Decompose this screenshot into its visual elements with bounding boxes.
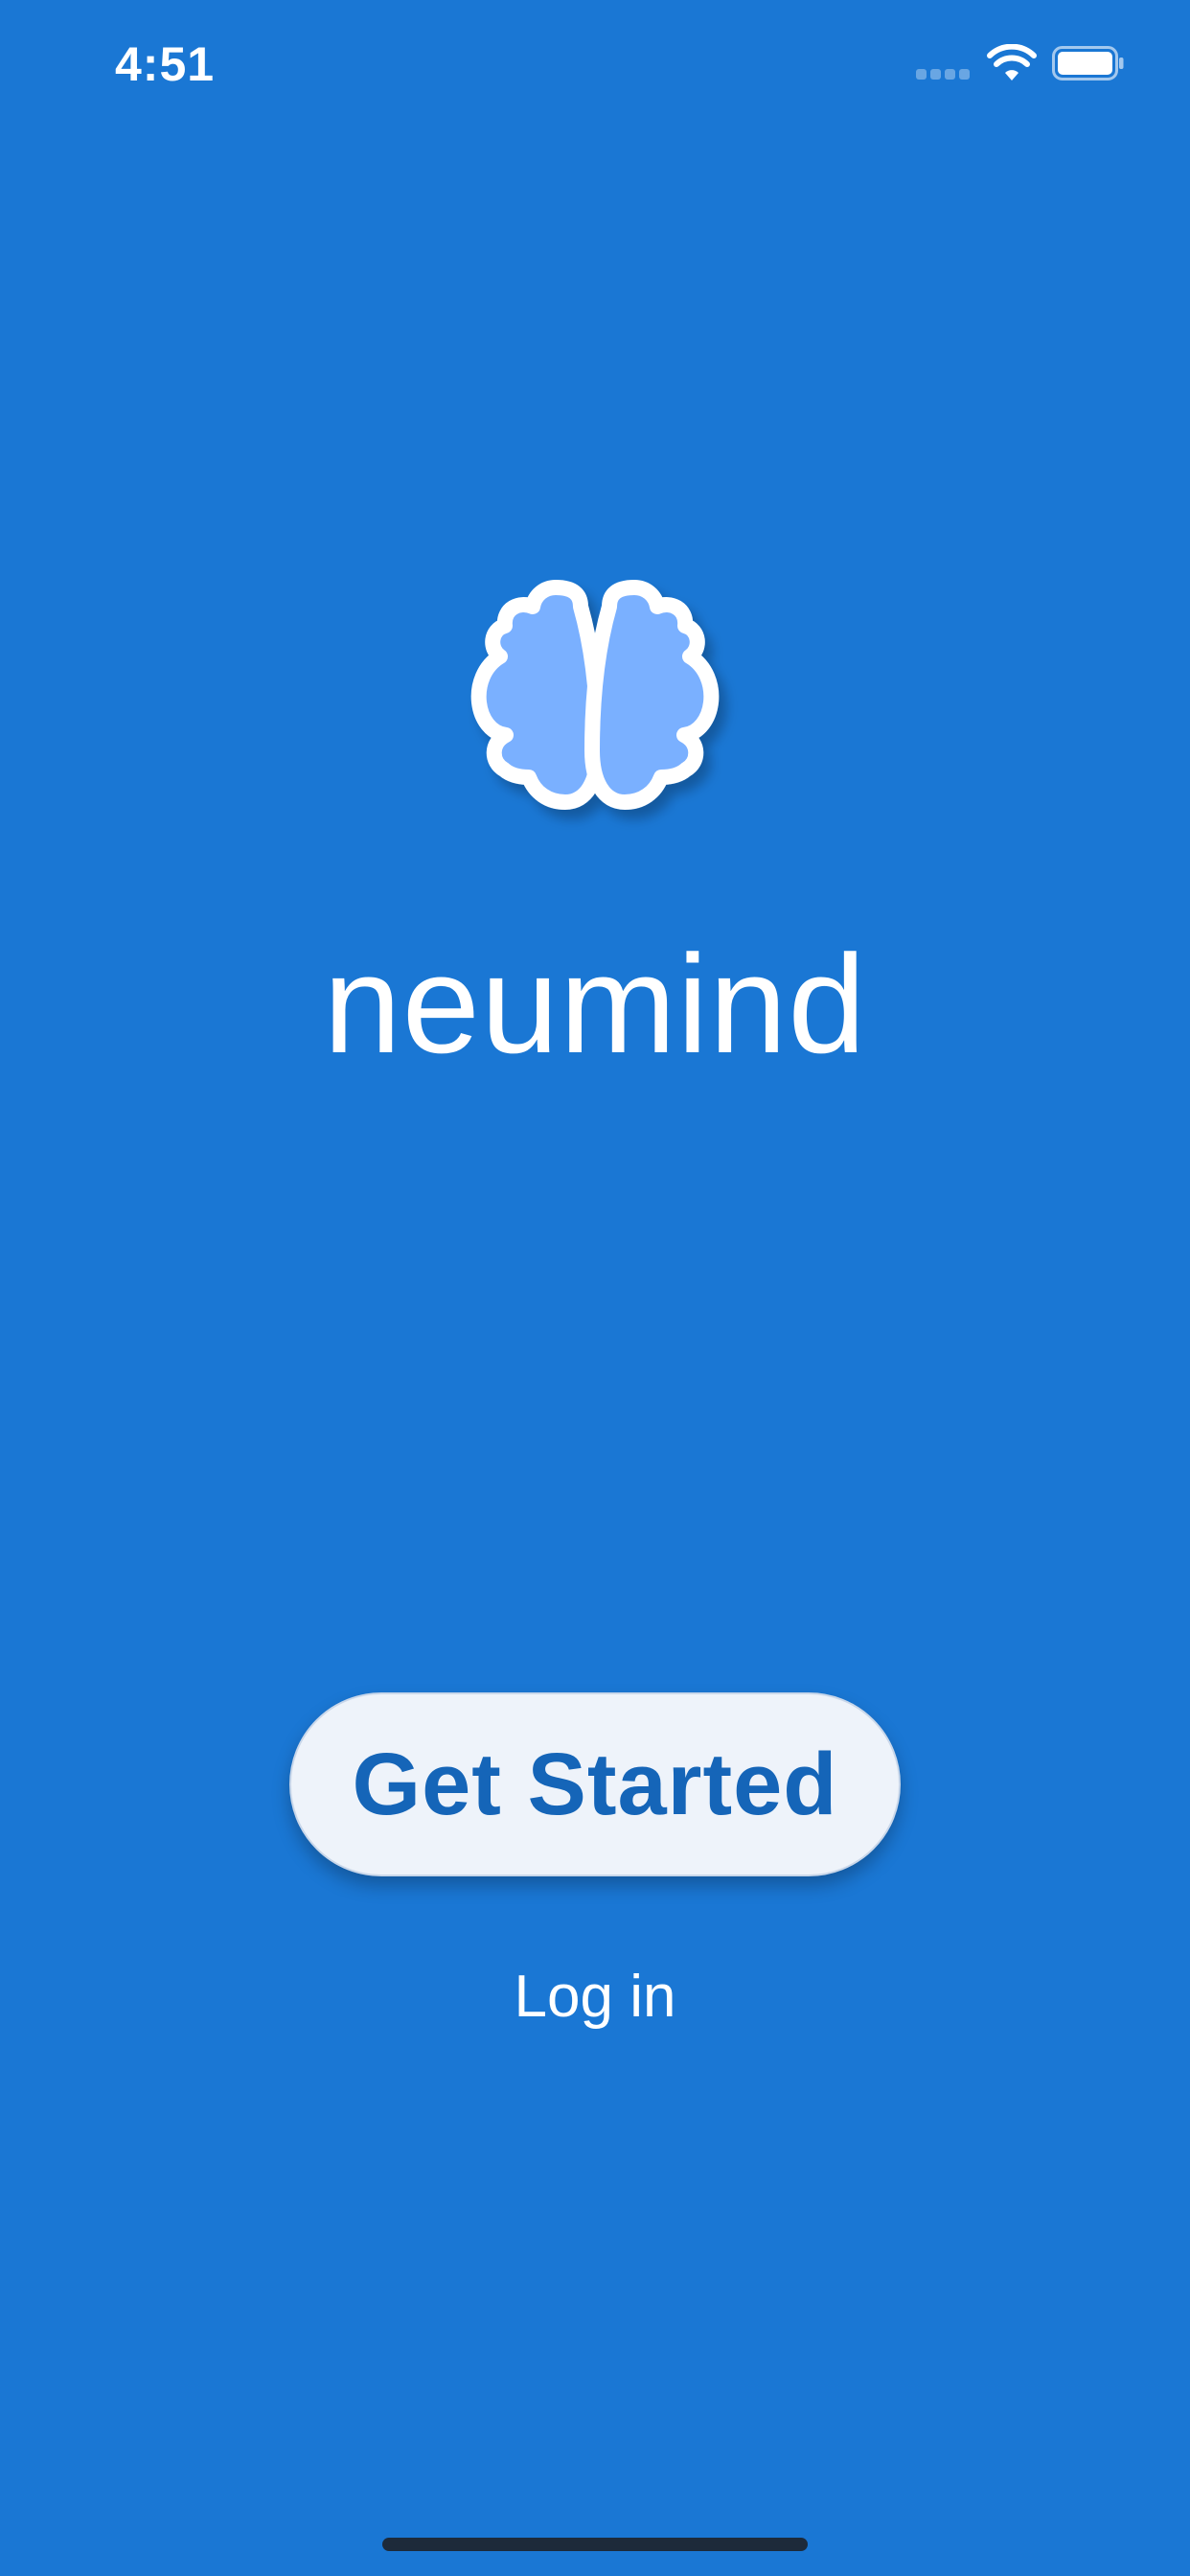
battery-icon	[1052, 46, 1124, 80]
wifi-icon	[987, 44, 1037, 80]
brain-icon	[470, 580, 720, 810]
cellular-signal-icon	[916, 69, 970, 82]
status-time: 4:51	[115, 37, 216, 91]
welcome-screen: 4:51 neumind Get Started Log in	[0, 0, 1190, 2576]
brand-name: neumind	[323, 926, 867, 1082]
status-bar: 4:51	[0, 0, 1190, 134]
get-started-button[interactable]: Get Started	[289, 1692, 901, 1876]
home-indicator[interactable]	[382, 2538, 808, 2551]
login-link[interactable]: Log in	[0, 1963, 1190, 2031]
